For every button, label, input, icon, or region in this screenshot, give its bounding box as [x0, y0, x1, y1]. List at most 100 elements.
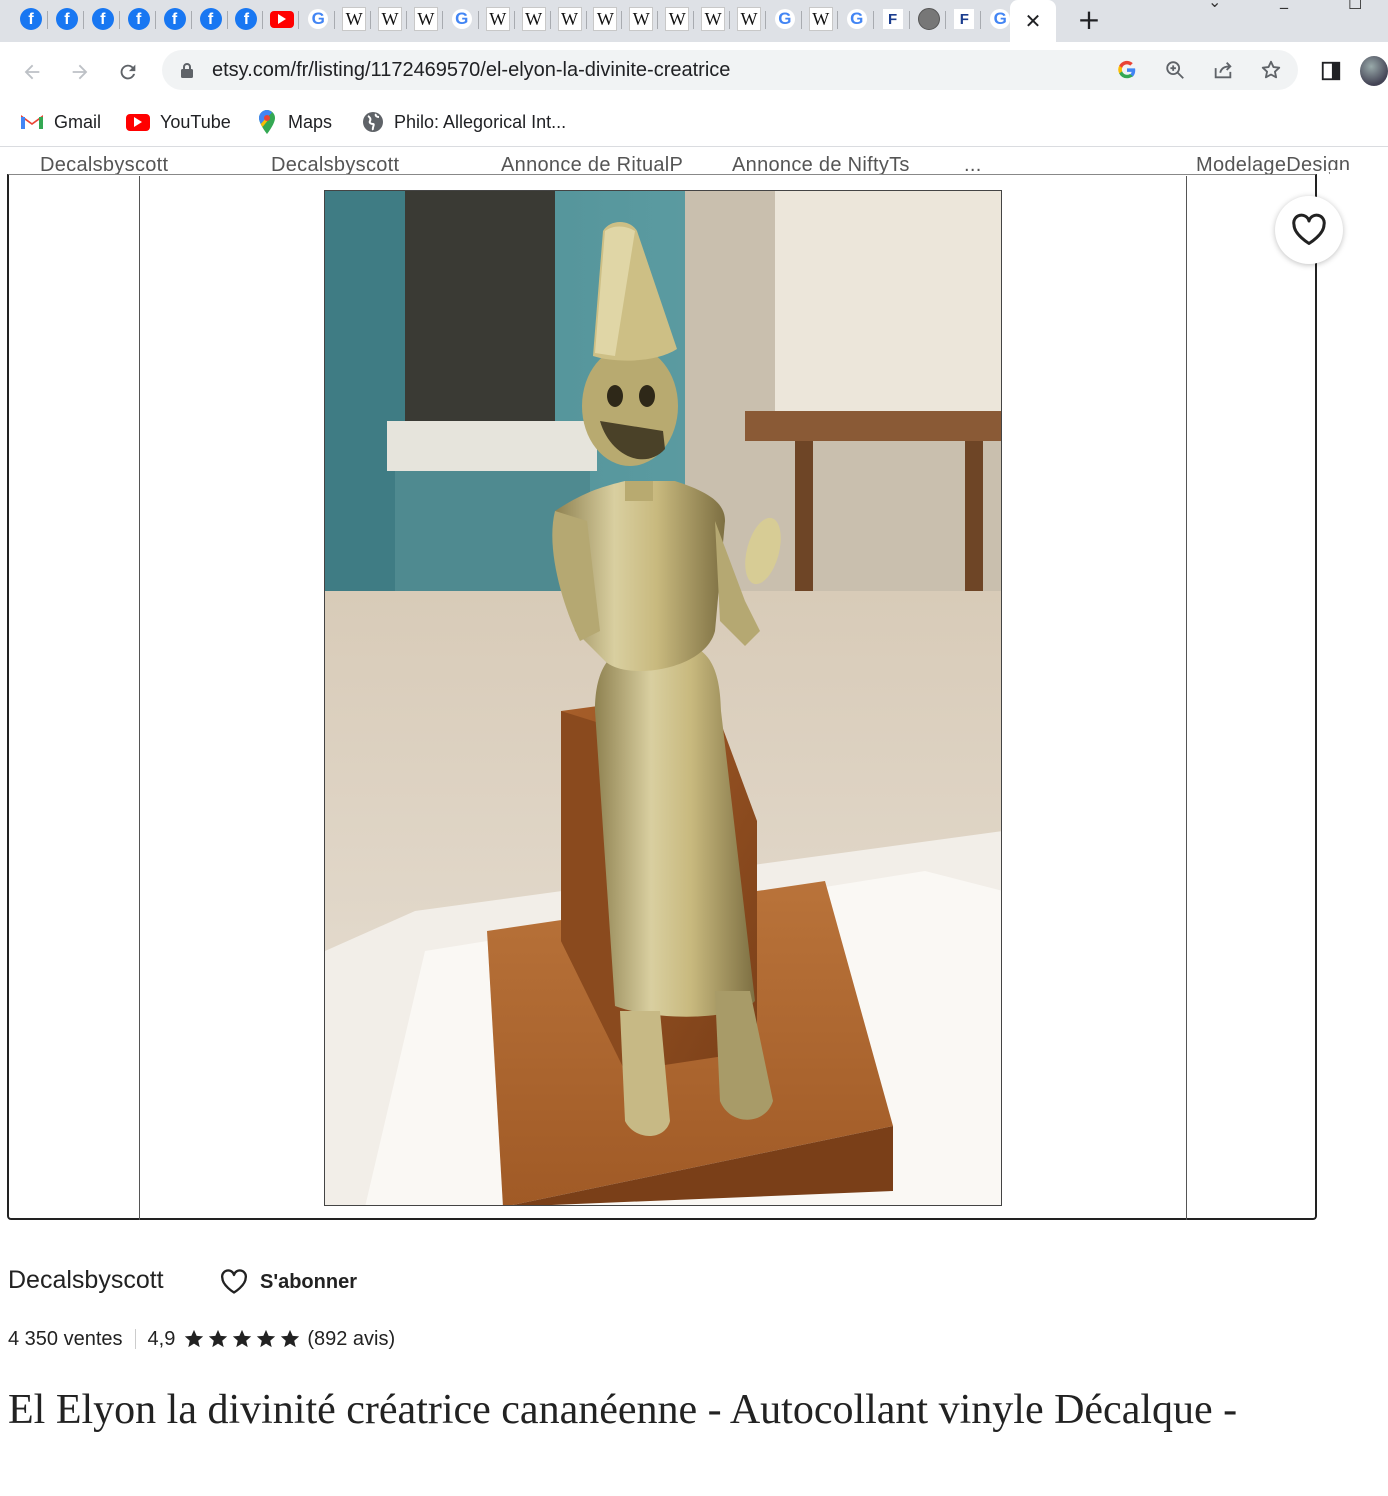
- google-icon: G: [451, 9, 472, 29]
- bookmark-maps[interactable]: Maps: [256, 108, 332, 136]
- related-shops-strip: Decalsbyscott Decalsbyscott Annonce de R…: [0, 150, 1388, 176]
- browser-tab[interactable]: G: [768, 2, 802, 36]
- browser-tab[interactable]: W: [696, 2, 731, 36]
- listing-title: El Elyon la divinité créatrice cananéenn…: [8, 1387, 1238, 1433]
- tab-separator: [800, 11, 802, 29]
- url-text[interactable]: etsy.com/fr/listing/1172469570/el-elyon-…: [212, 59, 730, 82]
- related-shop-name[interactable]: Decalsbyscott: [271, 154, 399, 176]
- rating-stars[interactable]: [183, 1328, 301, 1350]
- google-lens-icon[interactable]: [1112, 56, 1142, 84]
- browser-tab[interactable]: W: [409, 2, 443, 36]
- youtube-icon: [270, 10, 295, 28]
- lock-icon: [181, 63, 193, 78]
- browser-tab[interactable]: W: [553, 2, 587, 36]
- bookmark-star-icon[interactable]: [1256, 56, 1286, 84]
- browser-tab[interactable]: W: [373, 2, 407, 36]
- browser-tab[interactable]: W: [660, 2, 695, 36]
- listing-main-image[interactable]: [324, 190, 1002, 1206]
- tab-search-icon[interactable]: ⌄: [1208, 0, 1221, 11]
- browser-tab[interactable]: f: [158, 2, 192, 36]
- browser-tab[interactable]: [265, 2, 300, 36]
- browser-tab[interactable]: f: [14, 2, 48, 36]
- browser-tab[interactable]: W: [337, 2, 372, 36]
- browser-tab[interactable]: W: [588, 2, 623, 36]
- reviews-link[interactable]: (892 avis): [307, 1328, 395, 1351]
- browser-tab[interactable]: G: [445, 2, 479, 36]
- favorite-button[interactable]: [1275, 196, 1343, 264]
- minimize-icon[interactable]: _: [1280, 0, 1288, 9]
- browser-tab[interactable]: f: [229, 2, 264, 36]
- close-tab-icon[interactable]: ✕: [1025, 9, 1042, 33]
- listing-title-overflow: [8, 1436, 608, 1446]
- arrow-left-icon: [24, 64, 40, 80]
- related-shop-name[interactable]: Decalsbyscott: [40, 154, 168, 176]
- profile-avatar[interactable]: [1360, 56, 1388, 86]
- heart-icon: [221, 1269, 247, 1294]
- star-icon: [209, 1329, 228, 1348]
- tab-separator: [118, 11, 120, 29]
- globe-icon: [917, 8, 940, 30]
- arrow-right-icon: [72, 64, 88, 80]
- facebook-icon: f: [235, 8, 258, 30]
- browser-tab[interactable]: f: [50, 2, 84, 36]
- tab-separator: [226, 11, 228, 29]
- facebook-icon: f: [127, 8, 150, 30]
- tab-separator: [549, 11, 551, 29]
- browser-tab[interactable]: G: [840, 2, 874, 36]
- bookmark-label: Maps: [288, 111, 333, 132]
- wikipedia-icon: W: [521, 7, 546, 31]
- tab-separator: [729, 11, 731, 29]
- star-icon: [281, 1329, 300, 1348]
- maps-icon: [259, 110, 275, 134]
- browser-tab[interactable]: f: [194, 2, 228, 36]
- facebook-icon: f: [20, 8, 42, 30]
- tab-separator: [262, 11, 264, 29]
- shop-name-link[interactable]: Decalsbyscott: [8, 1266, 164, 1295]
- browser-tab[interactable]: W: [517, 2, 551, 36]
- related-shop-name[interactable]: ModelageDesign: [1196, 154, 1350, 176]
- back-button[interactable]: [14, 54, 50, 90]
- facebook-icon: f: [55, 8, 78, 30]
- tab-separator: [406, 11, 407, 29]
- zoom-icon[interactable]: [1160, 56, 1190, 84]
- sales-count: 4 350 ventes: [8, 1327, 123, 1350]
- tab-separator: [944, 11, 946, 29]
- bookmark-youtube[interactable]: YouTube: [126, 108, 231, 136]
- gmail-icon: [21, 115, 43, 129]
- related-shop-name[interactable]: Annonce de RitualP: [501, 154, 683, 176]
- tab-separator: [82, 11, 84, 29]
- globe-icon: [363, 112, 383, 132]
- browser-tab[interactable]: G: [301, 2, 336, 36]
- maximize-icon[interactable]: ☐: [1348, 0, 1362, 13]
- bookmark-philo[interactable]: Philo: Allegorical Int...: [362, 108, 566, 136]
- browser-tab[interactable]: f: [86, 2, 120, 36]
- tab-active[interactable]: ✕: [1010, 0, 1056, 42]
- related-shop-name[interactable]: ...: [964, 154, 982, 176]
- browser-tab[interactable]: f: [122, 2, 156, 36]
- wikipedia-icon: W: [485, 7, 510, 31]
- wikipedia-icon: W: [701, 7, 726, 31]
- tab-separator: [585, 11, 587, 29]
- facebook-icon: f: [91, 8, 114, 30]
- browser-tab[interactable]: W: [624, 2, 659, 36]
- browser-tab[interactable]: W: [481, 2, 515, 36]
- share-icon[interactable]: [1208, 56, 1238, 84]
- browser-tab[interactable]: [912, 2, 946, 36]
- tab-separator: [370, 11, 372, 29]
- browser-tab[interactable]: W: [732, 2, 766, 36]
- bookmark-gmail[interactable]: Gmail: [20, 108, 101, 136]
- bookmark-label: Gmail: [54, 111, 102, 132]
- browser-tab[interactable]: F: [876, 2, 910, 36]
- address-bar[interactable]: etsy.com/fr/listing/1172469570/el-elyon-…: [162, 50, 1298, 90]
- browser-tab[interactable]: W: [804, 2, 838, 36]
- forward-button[interactable]: [62, 54, 98, 90]
- related-shop-name[interactable]: Annonce de NiftyTs: [732, 154, 910, 176]
- wikipedia-icon: W: [378, 7, 402, 31]
- side-panel-icon[interactable]: [1316, 56, 1346, 86]
- browser-tab[interactable]: F: [947, 2, 982, 36]
- new-tab-button[interactable]: +: [1072, 3, 1106, 36]
- tab-separator: [298, 11, 300, 29]
- reload-button[interactable]: [110, 54, 146, 90]
- follow-shop-button[interactable]: S'abonner: [220, 1266, 357, 1298]
- tab-separator: [47, 11, 48, 29]
